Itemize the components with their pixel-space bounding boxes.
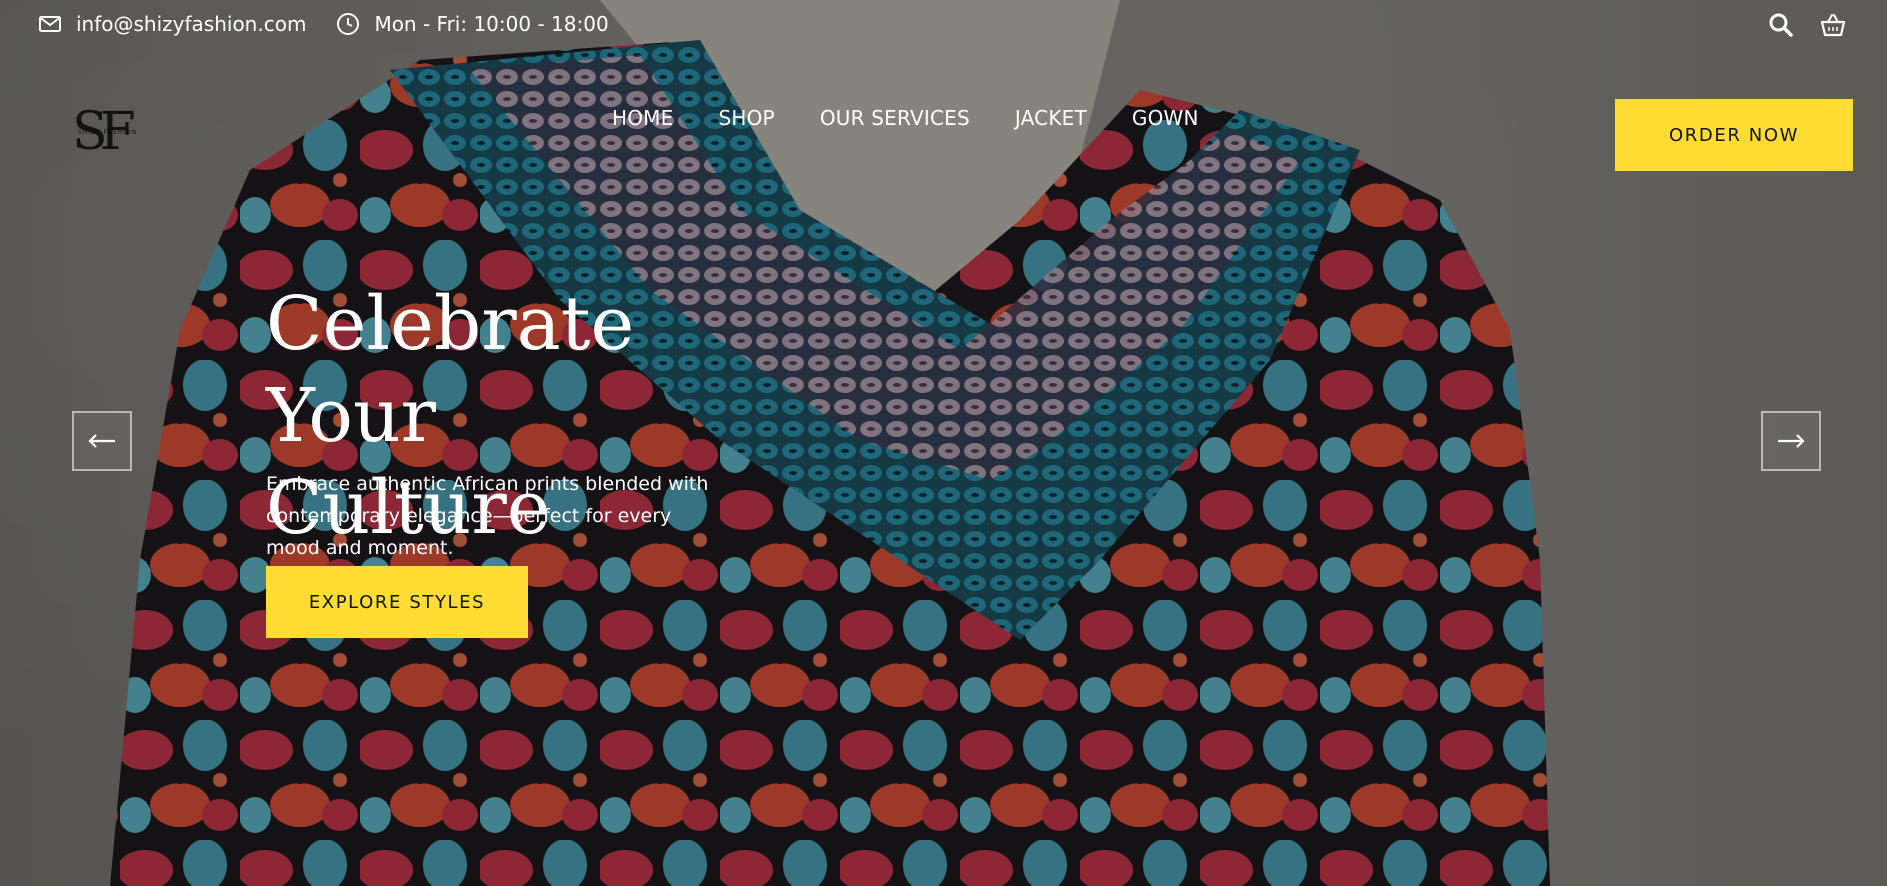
email-text[interactable]: info@shizyfashion.com <box>76 12 306 36</box>
mail-icon <box>38 12 62 36</box>
search-icon[interactable] <box>1767 11 1795 39</box>
order-now-button[interactable]: ORDER NOW <box>1615 99 1853 171</box>
email-contact[interactable]: info@shizyfashion.com <box>38 12 306 36</box>
nav-our-services[interactable]: OUR SERVICES <box>820 106 970 130</box>
slider-prev-button[interactable] <box>72 411 132 471</box>
main-nav: HOME SHOP OUR SERVICES JACKET GOWN <box>612 106 1244 130</box>
site-logo[interactable]: SF SHIZY FASHION <box>72 104 156 160</box>
basket-icon[interactable] <box>1819 11 1847 39</box>
nav-jacket[interactable]: JACKET <box>1015 106 1087 130</box>
hero-subtext: Embrace authentic African prints blended… <box>266 473 709 559</box>
slider-next-button[interactable] <box>1761 411 1821 471</box>
clock-icon <box>336 12 360 36</box>
nav-shop[interactable]: SHOP <box>718 106 774 130</box>
top-bar: info@shizyfashion.com Mon - Fri: 10:00 -… <box>0 0 1887 50</box>
logo-tagline: SHIZY FASHION <box>78 129 138 136</box>
explore-styles-button[interactable]: EXPLORE STYLES <box>266 566 528 638</box>
nav-gown[interactable]: GOWN <box>1132 106 1199 130</box>
contact-info: info@shizyfashion.com Mon - Fri: 10:00 -… <box>38 12 639 36</box>
business-hours: Mon - Fri: 10:00 - 18:00 <box>336 12 609 36</box>
top-actions <box>1743 11 1847 39</box>
arrow-right-icon <box>1778 434 1805 448</box>
nav-home[interactable]: HOME <box>612 106 673 130</box>
hero-headline-line1: Celebrate Your <box>266 281 635 459</box>
arrow-left-icon <box>88 434 115 448</box>
hours-text: Mon - Fri: 10:00 - 18:00 <box>374 12 609 36</box>
